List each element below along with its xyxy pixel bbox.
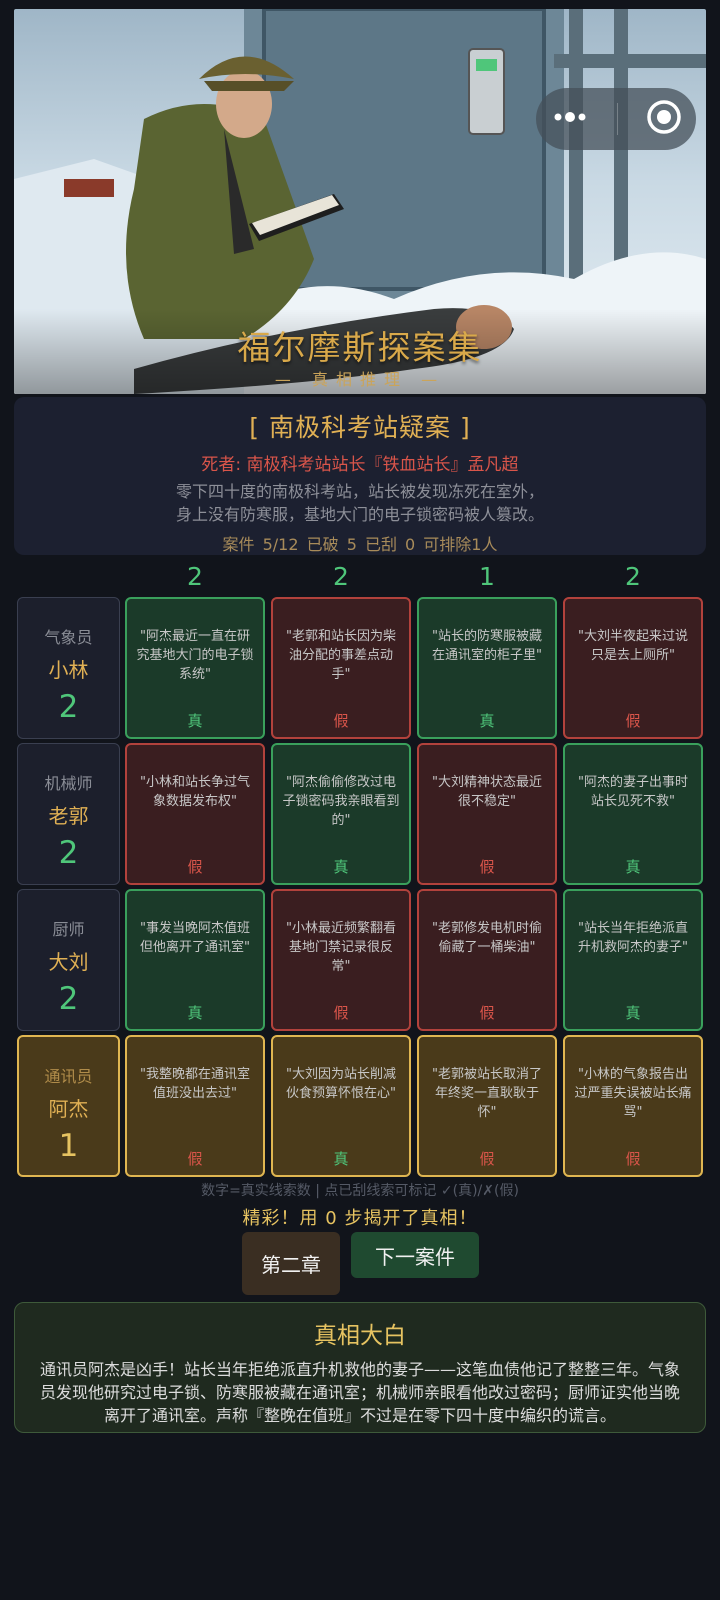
truth-title: 真相大白 [314,1323,406,1349]
clue-card[interactable]: "阿杰的妻子出事时站长见死不救" 真 [563,743,703,885]
clue-text: "大刘半夜起来过说只是去上厕所" [578,629,688,663]
chapter-button[interactable]: 第二章 [242,1232,340,1295]
clue-text: "小林和站长争过气象数据发布权" [140,775,250,809]
verdict-label: 假 [625,1150,641,1168]
victim-line: 死者: 南极科考站站长『铁血站长』孟凡超 [201,455,519,475]
clue-card[interactable]: "老郭修发电机时偷偷藏了一桶柴油" 假 [417,889,557,1031]
column-count: 2 [625,562,641,591]
more-dots-icon[interactable] [550,109,590,129]
suspect-row: 机械师 老郭 2 "小林和站长争过气象数据发布权" 假 "阿杰偷偷修改过电子锁密… [17,743,705,885]
verdict-label: 假 [479,858,495,876]
verdict-label: 真 [625,1004,641,1022]
clue-text: "站长当年拒绝派直升机救阿杰的妻子" [578,921,688,955]
clue-text: "小林最近频繁翻看基地门禁记录很反常" [286,921,396,974]
verdict-label: 真 [479,712,495,730]
suspect-name: 阿杰 [48,1097,89,1121]
verdict-label: 真 [333,858,349,876]
suspect-role: 通讯员 [44,1067,93,1086]
truth-body: 通讯员阿杰是凶手！站长当年拒绝派直升机救他的妻子——这笔血债他记了整整三年。气象… [39,1360,680,1425]
clue-text: "站长的防寒服被藏在通讯室的柜子里" [432,629,542,663]
target-icon[interactable] [646,99,682,139]
clue-text: "老郭修发电机时偷偷藏了一桶柴油" [432,921,542,955]
clue-text: "老郭和站长因为柴油分配的事差点动手" [286,629,396,682]
suspect-true-count: 2 [58,835,79,871]
column-count: 2 [333,562,349,591]
suspect-role: 厨师 [52,920,85,939]
suspect-card-ajie[interactable]: 通讯员 阿杰 1 [17,1035,120,1177]
suspect-card-daliu[interactable]: 厨师 大刘 2 [17,889,120,1031]
clue-card[interactable]: "我整晚都在通讯室值班没出去过" 假 [125,1035,265,1177]
game-title: 福尔摩斯探案集 [237,328,483,367]
verdict-label: 真 [187,1004,203,1022]
clue-text: "阿杰偷偷修改过电子锁密码我亲眼看到的" [282,775,400,828]
case-description-line: 零下四十度的南极科考站，站长被发现冻死在室外， [175,482,544,501]
verdict-label: 假 [333,1004,349,1022]
clue-text: "大刘因为站长削减伙食预算怀恨在心" [286,1067,396,1101]
clue-card[interactable]: "小林的气象报告出过严重失误被站长痛骂" 假 [563,1035,703,1177]
clue-card[interactable]: "阿杰偷偷修改过电子锁密码我亲眼看到的" 真 [271,743,411,885]
clue-card[interactable]: "老郭被站长取消了年终奖一直耿耿于怀" 假 [417,1035,557,1177]
clue-card[interactable]: "大刘因为站长削减伙食预算怀恨在心" 真 [271,1035,411,1177]
clue-text: "阿杰最近一直在研究基地大门的电子锁系统" [136,629,254,682]
verdict-label: 真 [187,712,203,730]
clue-text: "大刘精神状态最近很不稳定" [432,775,542,809]
result-message: 精彩！用 0 步揭开了真相！ [242,1208,478,1229]
verdict-label: 真 [333,1150,349,1168]
suspect-true-count: 2 [58,981,79,1017]
clue-card[interactable]: "站长的防寒服被藏在通讯室的柜子里" 真 [417,597,557,739]
column-count: 1 [479,562,495,591]
verdict-label: 假 [625,712,641,730]
column-count: 2 [187,562,203,591]
suspect-card-laoguo[interactable]: 机械师 老郭 2 [17,743,120,885]
verdict-label: 真 [625,858,641,876]
suspect-row: 通讯员 阿杰 1 "我整晚都在通讯室值班没出去过" 假 "大刘因为站长削减伙食预… [17,1035,705,1177]
suspect-role: 机械师 [44,774,93,793]
suspect-name: 老郭 [48,804,89,828]
suspect-name: 小林 [48,658,89,682]
case-stats: 案件 5/12 已破 5 已刮 0 可排除1人 [222,535,498,554]
case-description-line: 身上没有防寒服，基地大门的电子锁密码被人篡改。 [175,505,544,524]
case-title: [ 南极科考站疑案 ] [249,413,471,442]
clue-card[interactable]: "事发当晚阿杰值班但他离开了通讯室" 真 [125,889,265,1031]
miniprogram-capsule [536,88,696,150]
hero-banner: 福尔摩斯探案集 — 真相推理 — [14,9,706,394]
column-counts: 2 2 1 2 [0,562,720,592]
verdict-label: 假 [187,1150,203,1168]
clue-card[interactable]: "阿杰最近一直在研究基地大门的电子锁系统" 真 [125,597,265,739]
suspect-name: 大刘 [48,950,89,974]
next-case-button[interactable]: 下一案件 [351,1232,479,1278]
clue-card[interactable]: "老郭和站长因为柴油分配的事差点动手" 假 [271,597,411,739]
game-subtitle: — 真相推理 — [274,370,446,389]
verdict-label: 假 [187,858,203,876]
suspect-card-xiaolin[interactable]: 气象员 小林 2 [17,597,120,739]
suspect-row: 厨师 大刘 2 "事发当晚阿杰值班但他离开了通讯室" 真 "小林最近频繁翻看基地… [17,889,705,1031]
verdict-label: 假 [333,712,349,730]
capsule-divider [617,103,619,135]
case-description: 零下四十度的南极科考站，站长被发现冻死在室外， 身上没有防寒服，基地大门的电子锁… [14,480,706,526]
verdict-label: 假 [479,1150,495,1168]
clue-text: "事发当晚阿杰值班但他离开了通讯室" [140,921,250,955]
truth-panel: 真相大白 通讯员阿杰是凶手！站长当年拒绝派直升机救他的妻子——这笔血债他记了整整… [14,1302,706,1433]
clue-text: "老郭被站长取消了年终奖一直耿耿于怀" [432,1067,542,1120]
case-info-card: [ 南极科考站疑案 ] 死者: 南极科考站站长『铁血站长』孟凡超 零下四十度的南… [14,397,706,555]
suspect-role: 气象员 [44,628,93,647]
clue-card[interactable]: "大刘精神状态最近很不稳定" 假 [417,743,557,885]
suspect-true-count: 1 [58,1128,79,1164]
clue-card[interactable]: "小林最近频繁翻看基地门禁记录很反常" 假 [271,889,411,1031]
suspect-true-count: 2 [58,689,79,725]
suspect-row: 气象员 小林 2 "阿杰最近一直在研究基地大门的电子锁系统" 真 "老郭和站长因… [17,597,705,739]
clue-text: "小林的气象报告出过严重失误被站长痛骂" [574,1067,692,1120]
clue-text: "阿杰的妻子出事时站长见死不救" [578,775,688,809]
clue-card[interactable]: "站长当年拒绝派直升机救阿杰的妻子" 真 [563,889,703,1031]
verdict-label: 假 [479,1004,495,1022]
clue-card[interactable]: "小林和站长争过气象数据发布权" 假 [125,743,265,885]
clue-card[interactable]: "大刘半夜起来过说只是去上厕所" 假 [563,597,703,739]
clue-text: "我整晚都在通讯室值班没出去过" [140,1067,250,1101]
legend-hint: 数字=真实线索数 | 点已刮线索可标记 ✓(真)/✗(假) [201,1183,519,1199]
